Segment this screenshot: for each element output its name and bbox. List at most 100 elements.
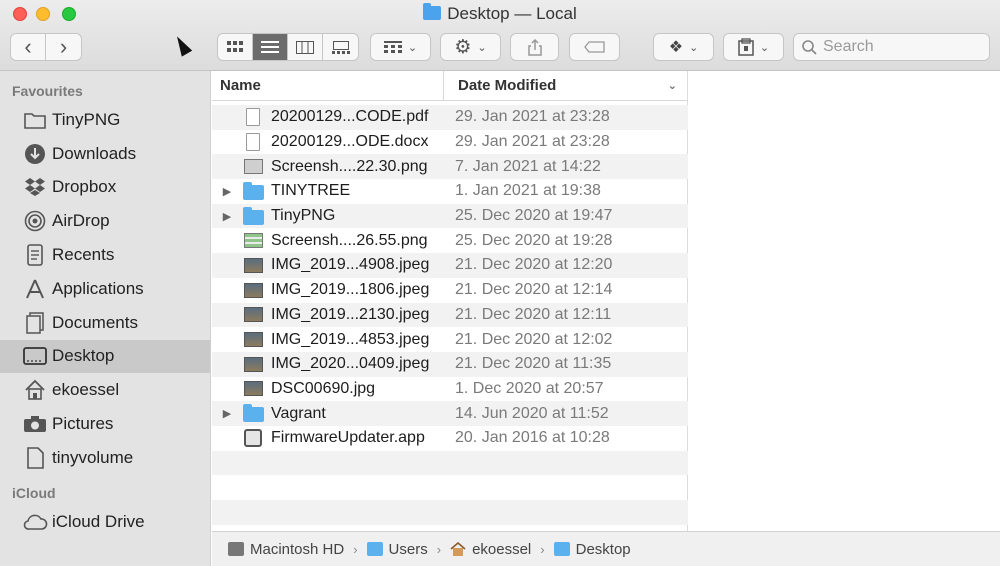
file-row[interactable]: ▶ Vagrant 14. Jun 2020 at 11:52 [212,401,688,426]
gallery-view-button[interactable] [323,34,358,60]
search-field[interactable] [793,33,990,61]
file-row[interactable]: 20200129...ODE.docx 29. Jan 2021 at 23:28 [212,130,688,155]
spreadsheet-image-icon [242,232,264,250]
file-row[interactable]: ▶ TinyPNG 25. Dec 2020 at 19:47 [212,203,688,229]
path-crumb-users[interactable]: Users [366,541,428,558]
group-by-button[interactable]: ⌄ [370,33,431,61]
tags-button[interactable] [569,33,620,61]
path-crumb-desktop[interactable]: Desktop [553,540,631,558]
forward-button[interactable]: › [46,34,81,60]
sidebar-item-icloud-drive[interactable]: iCloud Drive [0,505,210,539]
app-icon [242,429,264,448]
file-row[interactable]: ▶ TINYTREE 1. Jan 2021 at 19:38 [212,179,688,204]
camera-icon [22,413,48,435]
file-date-modified: 14. Jun 2020 at 11:52 [455,404,609,422]
dropbox-icon [22,176,48,198]
sidebar-item-label: Applications [52,278,144,298]
extension-menu-button[interactable]: ⌄ [723,33,784,61]
file-name: IMG_2019...1806.jpeg [271,281,430,299]
file-name: 20200129...ODE.docx [271,133,429,151]
action-menu-button[interactable]: ⚙ ⌄ [440,33,501,61]
share-button[interactable] [510,33,559,61]
file-row[interactable]: DSC00690.jpg 1. Dec 2020 at 20:57 [212,377,688,402]
sort-chevron-icon: ⌄ [667,80,677,92]
window-title: Desktop — Local [0,3,1000,24]
empty-row [212,450,688,476]
path-crumb-label: Desktop [575,540,631,558]
disclosure-triangle-icon[interactable]: ▶ [212,210,242,223]
sidebar-item-tinypng[interactable]: TinyPNG [0,103,210,137]
sidebar-item-airdrop[interactable]: AirDrop [0,204,210,238]
icon-grid-icon [227,41,243,52]
finder-window: Desktop — Local ‹ › ⌄ ⚙ ⌄ ❖ ⌄ ⌄ Search F… [0,0,1000,566]
search-input[interactable] [823,38,983,56]
sidebar-section-favourites: Favourites [12,83,83,99]
dropbox-menu-button[interactable]: ❖ ⌄ [653,33,714,61]
file-row[interactable]: Screensh....26.55.png 25. Dec 2020 at 19:… [212,228,688,253]
path-crumb-macintosh-hd[interactable]: Macintosh HD [228,541,344,558]
folder-icon [22,109,48,131]
file-name: 20200129...CODE.pdf [271,108,429,126]
file-row[interactable]: Screensh....22.30.png 7. Jan 2021 at 14:2… [212,154,688,180]
window-title-text: Desktop — Local [447,4,577,23]
file-date-modified: 25. Dec 2020 at 19:47 [455,207,613,225]
file-date-modified: 25. Dec 2020 at 19:28 [455,231,613,249]
sidebar: Favourites TinyPNG Downloads Dropbox AirDro… [0,71,211,566]
file-name: Vagrant [271,404,326,422]
image-icon [242,256,264,274]
chevron-down-icon: ⌄ [407,41,418,54]
sidebar-item-downloads[interactable]: Downloads [0,137,210,171]
file-name: DSC00690.jpg [271,379,376,397]
column-header-name[interactable]: Name [212,71,444,100]
chevron-down-icon: ⌄ [689,41,699,54]
archive-icon [738,38,754,56]
sidebar-item-label: AirDrop [52,211,110,231]
sidebar-item-label: Documents [52,312,138,332]
view-mode-group [217,33,359,61]
file-name: Screensh....22.30.png [271,157,428,175]
document-icon [242,108,264,127]
image-icon [242,380,264,398]
file-row[interactable]: 20200129...CODE.pdf 29. Jan 2021 at 23:28 [212,105,688,130]
sidebar-item-label: ekoessel [52,380,120,400]
file-row[interactable]: IMG_2019...4853.jpeg 21. Dec 2020 at 12:0… [212,327,688,352]
back-button[interactable]: ‹ [11,34,46,60]
sidebar-item-ekoessel[interactable]: ekoessel [0,373,210,407]
disclosure-triangle-icon[interactable]: ▶ [212,407,242,420]
sidebar-item-tinyvolume[interactable]: tinyvolume [0,441,210,475]
tag-icon [583,41,605,53]
list-view-button[interactable] [253,34,288,60]
preview-pane [689,71,1000,531]
sidebar-item-recents[interactable]: Recents [0,238,210,272]
back-chevron-icon: ‹ [24,34,32,59]
file-row[interactable]: IMG_2019...1806.jpeg 21. Dec 2020 at 12:1… [212,278,688,303]
disclosure-triangle-icon[interactable]: ▶ [212,185,242,198]
list-icon [261,41,279,53]
file-row[interactable]: IMG_2020...0409.jpeg 21. Dec 2020 at 11:3… [212,351,688,377]
chevron-down-icon: ⌄ [477,41,487,54]
sidebar-item-documents[interactable]: Documents [0,306,210,340]
path-crumb-ekoessel[interactable]: ekoessel [450,541,531,558]
harddisk-icon [228,542,244,556]
file-row[interactable]: FirmwareUpdater.app 20. Jan 2016 at 10:28 [212,426,688,451]
file-name: TINYTREE [271,182,351,200]
sidebar-item-pictures[interactable]: Pictures [0,407,210,441]
file-row[interactable]: IMG_2019...4908.jpeg 21. Dec 2020 at 12:2… [212,253,688,278]
icon-view-button[interactable] [218,34,253,60]
sidebar-item-applications[interactable]: Applications [0,272,210,306]
sidebar-item-label: Downloads [52,143,137,163]
file-name: TinyPNG [271,207,336,225]
column-view-button[interactable] [288,34,323,60]
file-row[interactable]: IMG_2019...2130.jpeg 21. Dec 2020 at 12:1… [212,302,688,328]
share-icon [527,38,542,56]
sidebar-item-label: Pictures [52,414,114,434]
image-icon [242,281,264,299]
path-separator-icon: › [436,541,442,557]
sidebar-item-desktop[interactable]: Desktop [0,339,210,374]
column-header-date-modified[interactable]: Date Modified ⌄ [444,71,687,100]
sidebar-item-label: TinyPNG [52,109,121,129]
path-crumb-label: Macintosh HD [250,540,345,558]
sidebar-item-dropbox[interactable]: Dropbox [0,171,210,205]
file-list: Name Date Modified ⌄ 20200129...CODE.pdf 2… [212,71,688,531]
column-date-label: Date Modified [458,77,557,94]
